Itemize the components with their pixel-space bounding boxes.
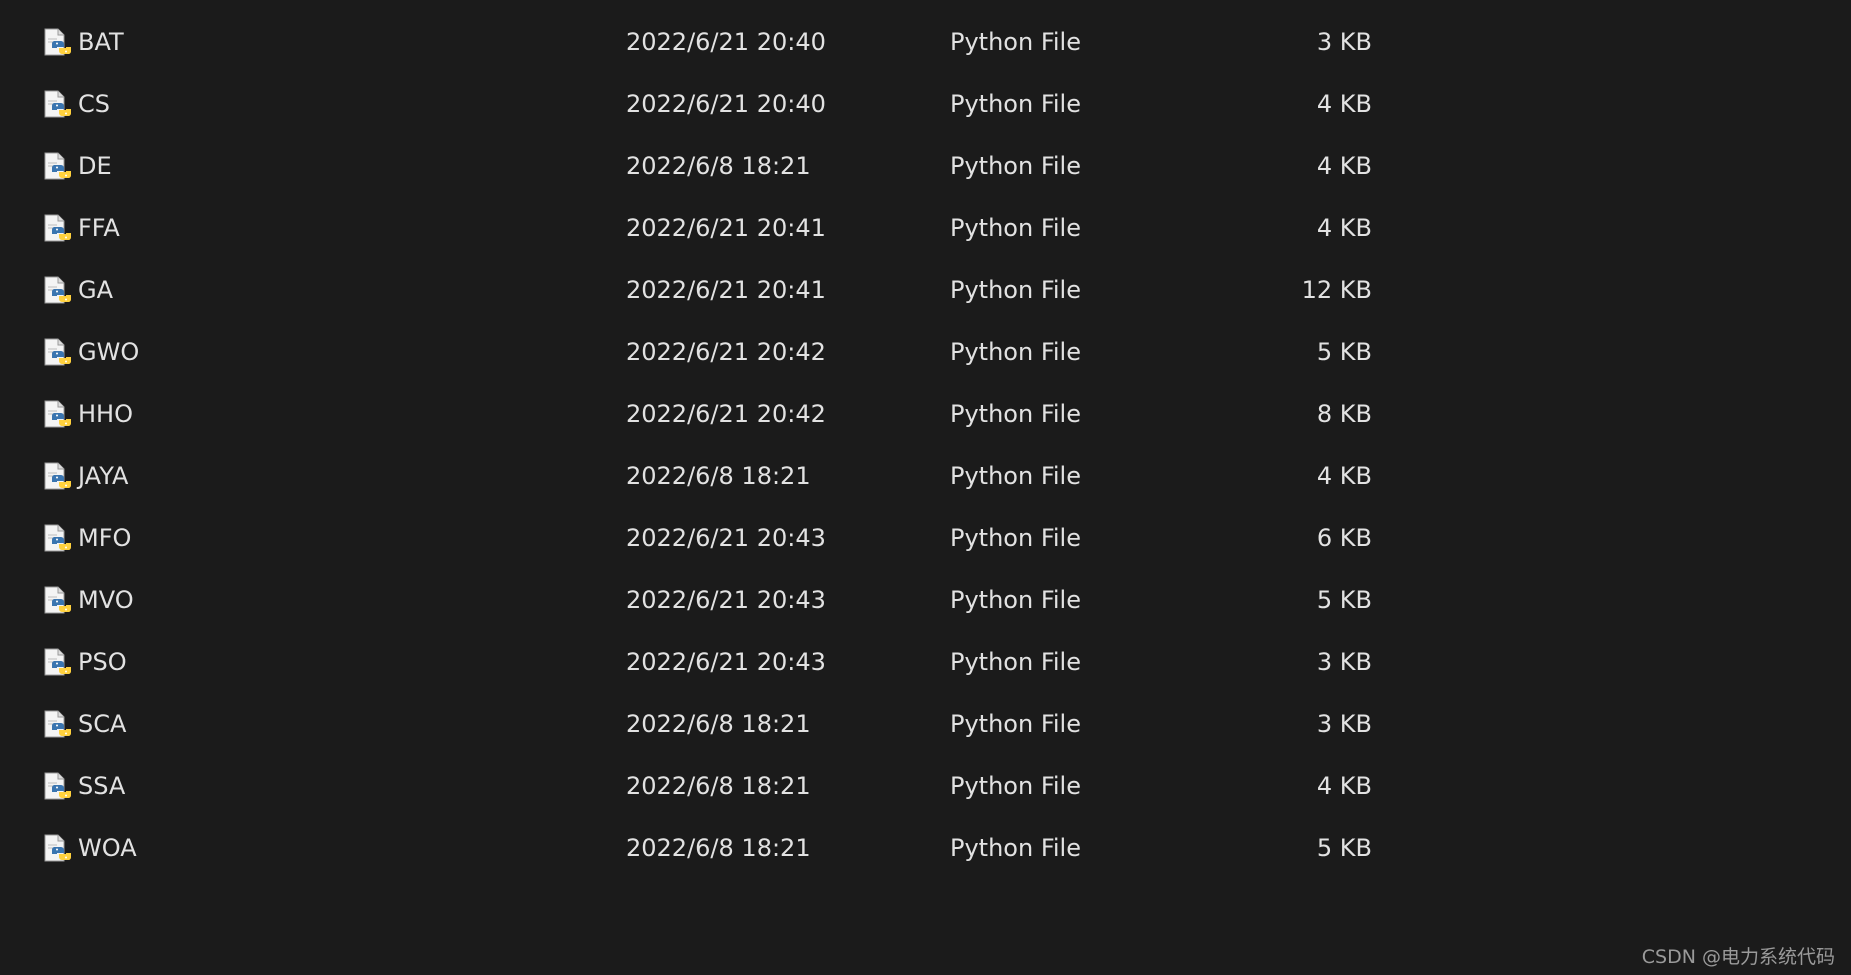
file-date-modified: 2022/6/21 20:43	[626, 586, 826, 614]
file-name: CS	[78, 90, 110, 118]
file-type: Python File	[950, 586, 1081, 614]
file-row[interactable]: MFO 2022/6/21 20:43 Python File 6 KB	[0, 507, 1851, 569]
file-size: 3 KB	[1316, 648, 1372, 676]
file-date-modified: 2022/6/21 20:42	[626, 400, 826, 428]
python-file-icon	[43, 834, 71, 864]
file-row[interactable]: GWO 2022/6/21 20:42 Python File 5 KB	[0, 321, 1851, 383]
file-date-modified: 2022/6/21 20:40	[626, 90, 826, 118]
file-name: GA	[78, 276, 114, 304]
file-date-modified: 2022/6/21 20:41	[626, 276, 826, 304]
file-row[interactable]: WOA 2022/6/8 18:21 Python File 5 KB	[0, 817, 1851, 879]
file-type: Python File	[950, 152, 1081, 180]
file-type: Python File	[950, 710, 1081, 738]
python-file-icon	[43, 586, 71, 616]
file-name: WOA	[78, 834, 137, 862]
file-date-modified: 2022/6/8 18:21	[626, 152, 811, 180]
file-row[interactable]: BAT 2022/6/21 20:40 Python File 3 KB	[0, 11, 1851, 73]
file-date-modified: 2022/6/8 18:21	[626, 834, 811, 862]
python-file-icon	[43, 276, 71, 306]
file-name: DE	[78, 152, 112, 180]
file-date-modified: 2022/6/21 20:43	[626, 524, 826, 552]
python-file-icon	[43, 214, 71, 244]
file-size: 4 KB	[1316, 90, 1372, 118]
file-date-modified: 2022/6/8 18:21	[626, 710, 811, 738]
file-size: 4 KB	[1316, 462, 1372, 490]
python-file-icon	[43, 28, 71, 58]
python-file-icon	[43, 462, 71, 492]
file-size: 4 KB	[1316, 152, 1372, 180]
file-row[interactable]: HHO 2022/6/21 20:42 Python File 8 KB	[0, 383, 1851, 445]
file-date-modified: 2022/6/8 18:21	[626, 772, 811, 800]
file-size: 8 KB	[1316, 400, 1372, 428]
file-row[interactable]: PSO 2022/6/21 20:43 Python File 3 KB	[0, 631, 1851, 693]
file-row[interactable]: CS 2022/6/21 20:40 Python File 4 KB	[0, 73, 1851, 135]
file-date-modified: 2022/6/21 20:41	[626, 214, 826, 242]
file-date-modified: 2022/6/21 20:40	[626, 28, 826, 56]
file-row[interactable]: SCA 2022/6/8 18:21 Python File 3 KB	[0, 693, 1851, 755]
python-file-icon	[43, 400, 71, 430]
file-type: Python File	[950, 524, 1081, 552]
python-file-icon	[43, 772, 71, 802]
python-file-icon	[43, 524, 71, 554]
file-type: Python File	[950, 338, 1081, 366]
file-list: BAT 2022/6/21 20:40 Python File 3 KB CS …	[0, 11, 1851, 879]
file-size: 5 KB	[1316, 834, 1372, 862]
file-name: SCA	[78, 710, 127, 738]
file-type: Python File	[950, 462, 1081, 490]
file-date-modified: 2022/6/8 18:21	[626, 462, 811, 490]
file-type: Python File	[950, 648, 1081, 676]
file-row[interactable]: GA 2022/6/21 20:41 Python File 12 KB	[0, 259, 1851, 321]
file-row[interactable]: FFA 2022/6/21 20:41 Python File 4 KB	[0, 197, 1851, 259]
file-name: MVO	[78, 586, 134, 614]
file-row[interactable]: SSA 2022/6/8 18:21 Python File 4 KB	[0, 755, 1851, 817]
file-name: MFO	[78, 524, 132, 552]
file-type: Python File	[950, 28, 1081, 56]
file-type: Python File	[950, 834, 1081, 862]
file-date-modified: 2022/6/21 20:42	[626, 338, 826, 366]
file-type: Python File	[950, 772, 1081, 800]
file-row[interactable]: JAYA 2022/6/8 18:21 Python File 4 KB	[0, 445, 1851, 507]
file-size: 5 KB	[1316, 338, 1372, 366]
file-size: 6 KB	[1316, 524, 1372, 552]
file-size: 4 KB	[1316, 214, 1372, 242]
python-file-icon	[43, 90, 71, 120]
python-file-icon	[43, 338, 71, 368]
file-date-modified: 2022/6/21 20:43	[626, 648, 826, 676]
file-type: Python File	[950, 90, 1081, 118]
file-name: BAT	[78, 28, 124, 56]
file-size: 12 KB	[1301, 276, 1372, 304]
python-file-icon	[43, 710, 71, 740]
file-name: HHO	[78, 400, 133, 428]
file-name: GWO	[78, 338, 140, 366]
file-size: 3 KB	[1316, 28, 1372, 56]
watermark: CSDN @电力系统代码	[1641, 946, 1835, 968]
file-size: 5 KB	[1316, 586, 1372, 614]
file-name: SSA	[78, 772, 126, 800]
file-name: FFA	[78, 214, 120, 242]
file-type: Python File	[950, 276, 1081, 304]
file-type: Python File	[950, 214, 1081, 242]
file-row[interactable]: MVO 2022/6/21 20:43 Python File 5 KB	[0, 569, 1851, 631]
file-name: JAYA	[78, 462, 129, 490]
file-size: 4 KB	[1316, 772, 1372, 800]
file-size: 3 KB	[1316, 710, 1372, 738]
python-file-icon	[43, 152, 71, 182]
python-file-icon	[43, 648, 71, 678]
file-row[interactable]: DE 2022/6/8 18:21 Python File 4 KB	[0, 135, 1851, 197]
file-name: PSO	[78, 648, 127, 676]
file-type: Python File	[950, 400, 1081, 428]
